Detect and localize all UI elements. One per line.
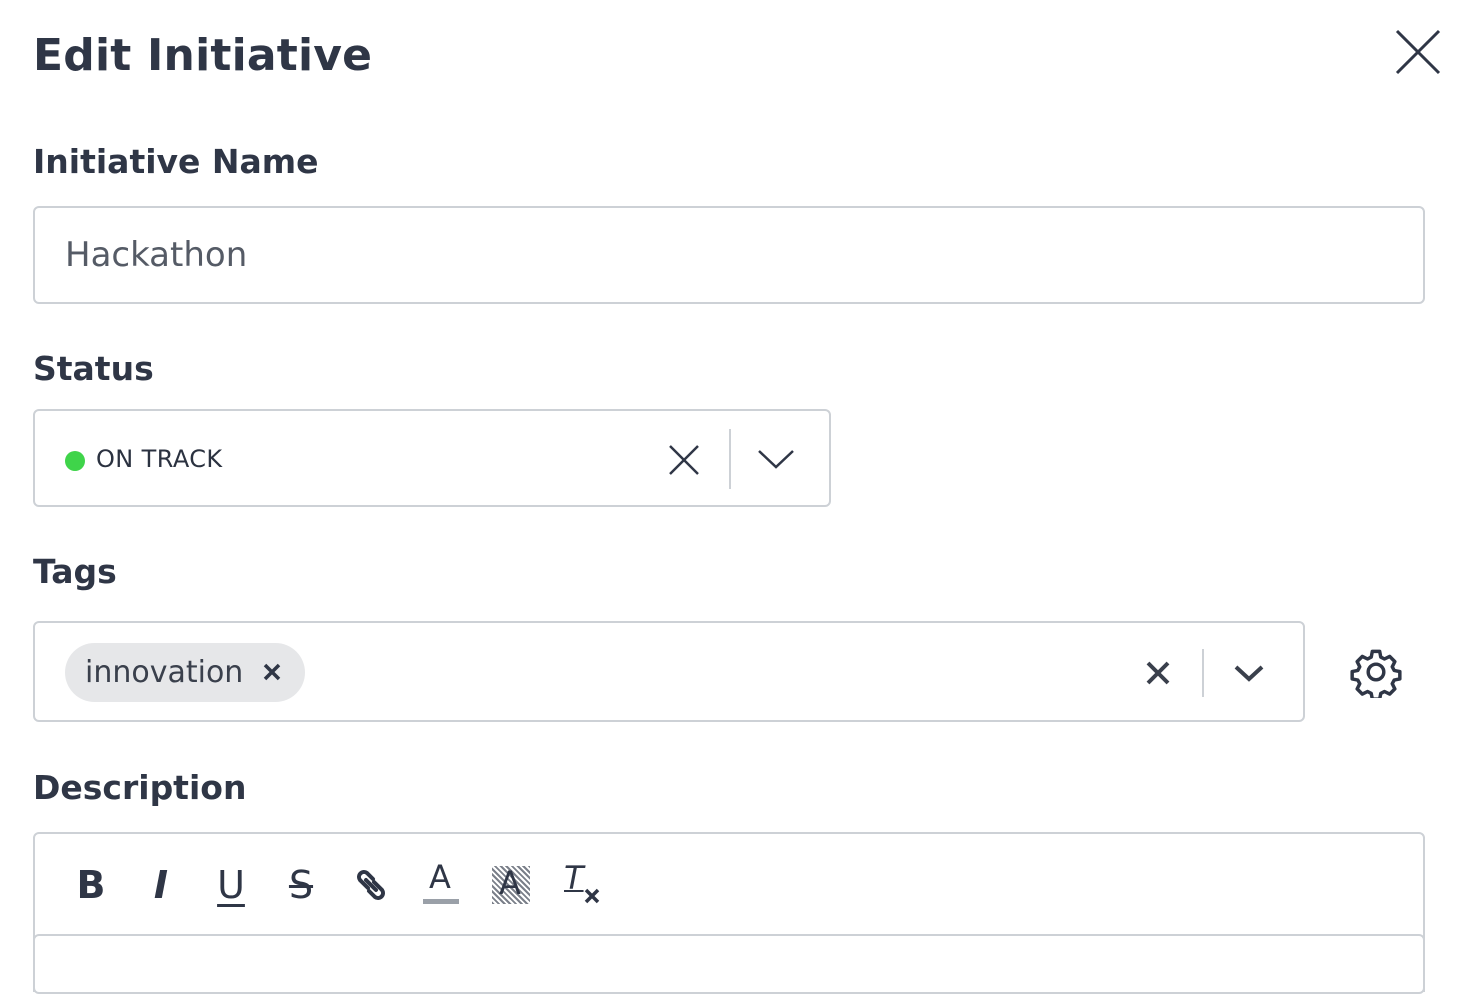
clear-format-icon: T [560,859,602,906]
italic-button[interactable]: I [138,862,184,908]
highlight-button[interactable]: A [488,862,534,908]
tags-label: Tags [33,552,117,591]
clear-icon [669,445,699,475]
status-indicator-dot [65,451,85,471]
chevron-down-icon [1234,665,1264,682]
underline-icon: U [217,863,245,907]
description-label: Description [33,768,247,807]
highlight-icon: A [492,866,530,904]
status-dropdown-button[interactable] [757,447,795,471]
remove-icon [263,663,281,681]
tag-chip-label: innovation [85,655,244,690]
bold-button[interactable]: B [68,862,114,908]
close-button[interactable] [1394,28,1442,76]
strikethrough-button[interactable]: S [278,862,324,908]
strikethrough-icon: S [288,863,314,907]
link-button[interactable] [348,862,394,908]
link-icon [357,870,385,900]
close-icon [1395,29,1441,75]
initiative-name-input[interactable] [33,206,1425,304]
clear-format-button[interactable]: T [558,862,604,908]
tags-separator [1202,649,1204,697]
status-label: Status [33,349,154,388]
chevron-down-icon [758,450,794,469]
tags-settings-button[interactable] [1350,646,1402,701]
tags-clear-button[interactable] [1145,660,1171,686]
italic-icon: I [153,863,169,907]
tag-chip-remove-button[interactable] [262,662,282,682]
bold-icon: B [76,863,106,907]
dialog-title: Edit Initiative [33,30,373,81]
status-value: ON TRACK [96,445,223,473]
font-color-icon: A [421,858,461,907]
status-separator [729,429,731,489]
tags-dropdown-button[interactable] [1233,663,1265,683]
tag-chip: innovation [65,643,305,702]
status-clear-button[interactable] [668,444,700,476]
underline-button[interactable]: U [208,862,254,908]
clear-format-x-icon [584,888,600,904]
font-color-button[interactable]: A [418,858,464,908]
clear-format-letter: T [564,859,584,897]
editor-toolbar: B I U S A A T [35,834,1423,934]
font-color-letter: A [429,858,451,896]
description-text-area[interactable] [33,934,1425,994]
gear-icon [1350,649,1402,701]
font-color-swatch [423,899,459,904]
status-select[interactable]: ON TRACK [33,409,831,507]
highlight-letter: A [499,864,521,902]
clear-icon [1146,661,1170,685]
tags-select[interactable]: innovation [33,621,1305,722]
initiative-name-label: Initiative Name [33,142,319,181]
